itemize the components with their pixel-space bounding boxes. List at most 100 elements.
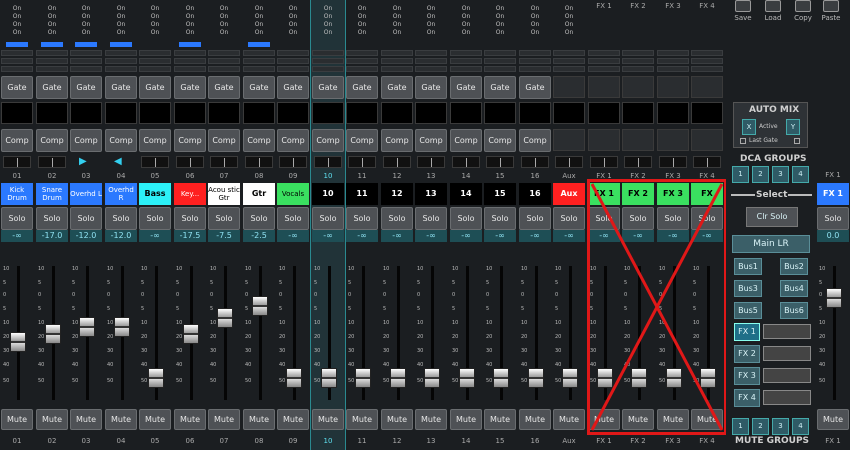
comp-button[interactable]: Comp [243, 129, 275, 152]
gate-button[interactable]: Gate [139, 76, 171, 99]
solo-button[interactable]: Solo [346, 207, 378, 230]
pan-control[interactable] [176, 156, 204, 168]
solo-button[interactable]: Solo [484, 207, 516, 230]
pan-control[interactable] [245, 156, 273, 168]
gate-button[interactable]: Gate [70, 76, 102, 99]
channel-name[interactable]: 15 [484, 183, 516, 205]
comp-button[interactable]: Comp [519, 129, 551, 152]
fx-strip-mute-button[interactable]: Mute [817, 409, 849, 430]
channel-name[interactable]: Overhd L [70, 183, 102, 205]
mute-button[interactable]: Mute [312, 409, 344, 430]
channel-fader[interactable]: 105051020304050 [138, 262, 172, 402]
channel-name[interactable]: Aux [553, 183, 585, 205]
channel-fader[interactable]: 105051020304050 [276, 262, 310, 402]
pan-control[interactable] [348, 156, 376, 168]
mute-button[interactable]: Mute [208, 409, 240, 430]
mute-button[interactable]: Mute [346, 409, 378, 430]
channel-fader-knob[interactable] [10, 332, 26, 352]
channel-fader[interactable]: 105051020304050 [69, 262, 103, 402]
bus-button-2[interactable]: Bus2 [780, 258, 808, 275]
gate-button[interactable]: Gate [312, 76, 344, 99]
mute-button[interactable]: Mute [174, 409, 206, 430]
channel-fader-knob[interactable] [79, 317, 95, 337]
mute-button[interactable]: Mute [553, 409, 585, 430]
channel-fader[interactable]: 105051020304050 [35, 262, 69, 402]
gate-button[interactable]: Gate [381, 76, 413, 99]
channel-name[interactable]: 13 [415, 183, 447, 205]
solo-button[interactable]: Solo [312, 207, 344, 230]
gate-button[interactable]: Gate [208, 76, 240, 99]
channel-name[interactable]: 14 [450, 183, 482, 205]
comp-button[interactable]: Comp [381, 129, 413, 152]
channel-fader-knob[interactable] [45, 324, 61, 344]
mute-button[interactable]: Mute [277, 409, 309, 430]
mute-button[interactable]: Mute [36, 409, 68, 430]
channel-fader-knob[interactable] [355, 368, 371, 388]
fx-button-4[interactable]: FX 4 [734, 389, 760, 407]
channel-fader[interactable]: 105051020304050 [0, 262, 34, 402]
mute-group-button-1[interactable]: 1 [732, 418, 749, 435]
last-gate-checkbox[interactable] [740, 138, 746, 144]
channel-name[interactable]: 10 [312, 183, 344, 205]
pan-control[interactable] [693, 156, 721, 168]
channel-fader[interactable]: 105051020304050 [483, 262, 517, 402]
channel-fader-knob[interactable] [493, 368, 509, 388]
channel-fader[interactable]: 105051020304050 [552, 262, 586, 402]
channel-name[interactable]: Snare Drum [36, 183, 68, 205]
mute-group-button-3[interactable]: 3 [772, 418, 789, 435]
pan-control[interactable] [624, 156, 652, 168]
solo-button[interactable]: Solo [450, 207, 482, 230]
pan-control[interactable] [555, 156, 583, 168]
bus-button-1[interactable]: Bus1 [734, 258, 762, 275]
clr-solo-button[interactable]: Clr Solo [746, 207, 798, 227]
channel-fader-knob[interactable] [321, 368, 337, 388]
channel-fader[interactable]: 105051020304050 [345, 262, 379, 402]
channel-name[interactable]: Kick Drum [1, 183, 33, 205]
gate-button[interactable]: Gate [415, 76, 447, 99]
channel-fader[interactable]: 105051020304050 [173, 262, 207, 402]
mute-button[interactable]: Mute [1, 409, 33, 430]
channel-name[interactable]: Acou stic Gtr [208, 183, 240, 205]
comp-button[interactable]: Comp [36, 129, 68, 152]
dca-button-4[interactable]: 4 [792, 166, 809, 183]
pan-control[interactable] [452, 156, 480, 168]
channel-fader-knob[interactable] [183, 324, 199, 344]
mute-button[interactable]: Mute [139, 409, 171, 430]
comp-button[interactable]: Comp [484, 129, 516, 152]
dca-button-2[interactable]: 2 [752, 166, 769, 183]
gate-button[interactable]: Gate [484, 76, 516, 99]
solo-button[interactable]: Solo [277, 207, 309, 230]
copy-button[interactable]: Copy [792, 0, 814, 24]
channel-name[interactable]: Overhd R [105, 183, 137, 205]
fx-strip-name[interactable]: FX 1 [817, 183, 849, 205]
comp-button[interactable]: Comp [415, 129, 447, 152]
pan-control[interactable] [417, 156, 445, 168]
mute-button[interactable]: Mute [450, 409, 482, 430]
bus-button-6[interactable]: Bus6 [780, 302, 808, 319]
gate-button[interactable]: Gate [346, 76, 378, 99]
channel-name[interactable]: 11 [346, 183, 378, 205]
comp-button[interactable]: Comp [277, 129, 309, 152]
comp-button[interactable]: Comp [174, 129, 206, 152]
channel-fader[interactable]: 105051020304050 [414, 262, 448, 402]
gate-button[interactable]: Gate [36, 76, 68, 99]
comp-button[interactable]: Comp [70, 129, 102, 152]
pan-control[interactable] [38, 156, 66, 168]
pan-control[interactable] [659, 156, 687, 168]
main-lr-button[interactable]: Main LR [732, 235, 810, 253]
comp-button[interactable]: Comp [312, 129, 344, 152]
mute-button[interactable]: Mute [105, 409, 137, 430]
comp-button[interactable]: Comp [208, 129, 240, 152]
solo-button[interactable]: Solo [381, 207, 413, 230]
pan-control[interactable] [279, 156, 307, 168]
channel-fader[interactable]: 105051020304050 [449, 262, 483, 402]
channel-fader-knob[interactable] [252, 296, 268, 316]
channel-fader[interactable]: 105051020304050 [207, 262, 241, 402]
pan-control[interactable] [210, 156, 238, 168]
pan-control[interactable] [383, 156, 411, 168]
solo-button[interactable]: Solo [415, 207, 447, 230]
channel-fader-knob[interactable] [459, 368, 475, 388]
solo-button[interactable]: Solo [519, 207, 551, 230]
pan-control[interactable] [3, 156, 31, 168]
solo-button[interactable]: Solo [70, 207, 102, 230]
